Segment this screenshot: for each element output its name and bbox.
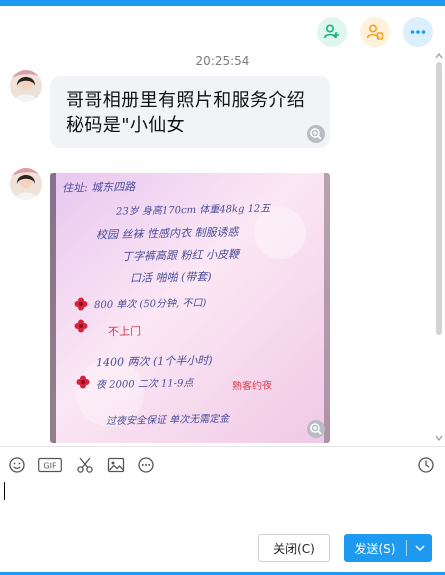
- compose-divider: [0, 446, 445, 447]
- message-input[interactable]: [0, 478, 445, 528]
- flower-icon: [74, 319, 88, 333]
- flower-icon: [74, 297, 88, 311]
- send-options-dropdown[interactable]: [407, 534, 432, 562]
- chat-history[interactable]: 20:25:54 哥哥相册里有照片和服务介绍 秘码是"小仙女 住址: 城东四路 …: [0, 48, 445, 446]
- image-message[interactable]: 住址: 城东四路 23岁 身高170cm 体重48kg 12五 校园 丝袜 性感…: [50, 173, 330, 443]
- zoom-icon[interactable]: [306, 124, 326, 144]
- photo-text-line: 口活 啪啪 (带套): [129, 270, 212, 285]
- close-button[interactable]: 关闭(C): [258, 534, 330, 562]
- header-actions: [317, 17, 433, 47]
- more-button[interactable]: [403, 17, 433, 47]
- window-top-accent: [0, 0, 445, 6]
- gif-icon: GIF: [38, 457, 62, 473]
- image-icon: [107, 457, 125, 473]
- flower-icon: [76, 375, 90, 389]
- scrollbar-thumb[interactable]: [436, 62, 442, 335]
- emoji-button[interactable]: [7, 455, 27, 475]
- screenshot-button[interactable]: [75, 455, 95, 475]
- more-options-icon: [138, 457, 154, 473]
- history-button[interactable]: [416, 455, 436, 475]
- history-clock-icon: [418, 457, 434, 473]
- photo-text-line: 不上门: [107, 324, 142, 339]
- photo-text-line: 校园 丝袜 性感内衣 制服诱惑: [95, 225, 239, 242]
- more-icon: [410, 30, 426, 34]
- add-contact-icon: [323, 24, 339, 39]
- message-bubble[interactable]: 哥哥相册里有照片和服务介绍 秘码是"小仙女: [50, 76, 330, 148]
- chevron-down-icon: [415, 545, 424, 551]
- chat-scrollbar[interactable]: [435, 52, 443, 444]
- emoji-icon: [9, 457, 25, 473]
- gif-button[interactable]: GIF: [38, 455, 62, 475]
- photo-text-line: 夜 2000 二次 11-9点: [95, 377, 194, 392]
- photo-text-line: 1400 两次 (1个半小时): [95, 353, 213, 370]
- more-options-button[interactable]: [136, 455, 156, 475]
- photo-text-line: 800 单次 (50分钟, 不口): [93, 297, 207, 312]
- add-contact-button[interactable]: [317, 17, 347, 47]
- photo-text-line: 熟客约夜: [231, 380, 273, 393]
- scroll-down-icon[interactable]: [435, 434, 443, 442]
- contact-card-button[interactable]: [360, 17, 390, 47]
- photo-text-line: 过夜安全保证 单次无需定金: [105, 413, 230, 428]
- avatar[interactable]: [10, 70, 42, 102]
- photo-text-line: 住址: 城东四路: [61, 180, 136, 195]
- compose-toolbar: GIF: [0, 453, 445, 477]
- scissors-icon: [77, 457, 93, 473]
- message-text: 哥哥相册里有照片和服务介绍 秘码是"小仙女: [66, 90, 306, 136]
- zoom-icon[interactable]: [306, 419, 326, 439]
- message-timestamp: 20:25:54: [195, 54, 250, 68]
- send-button-label: 发送(S): [354, 541, 396, 556]
- image-button[interactable]: [106, 455, 126, 475]
- avatar[interactable]: [10, 168, 42, 200]
- contact-card-icon: [366, 24, 384, 40]
- text-cursor: [4, 482, 5, 500]
- gif-label: GIF: [43, 462, 57, 471]
- photo-text-line: 丁字裤高跟 粉红 小皮鞭: [121, 247, 240, 264]
- send-button[interactable]: 发送(S): [344, 534, 432, 562]
- scroll-up-icon[interactable]: [435, 52, 443, 60]
